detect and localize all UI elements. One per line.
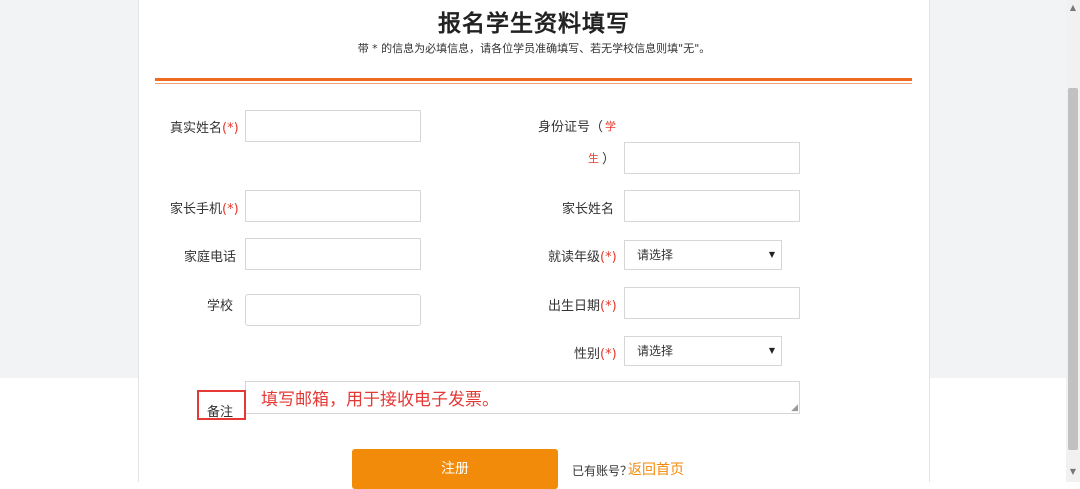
id-number-student-hint: 学 [605, 120, 616, 133]
panel-border-left [138, 0, 139, 482]
id-number-label: 身份证号（ [538, 120, 604, 135]
back-home-link[interactable]: 返回首页 [628, 459, 684, 479]
scroll-up-icon[interactable]: ▲ [1066, 2, 1080, 14]
page-background-left [0, 0, 138, 378]
login-prompt: 已有账号？ [572, 464, 633, 478]
real-name-label: 真实姓名(*) [170, 121, 239, 136]
grade-select[interactable]: 请选择 ▼ [624, 240, 782, 270]
id-number-input[interactable] [624, 142, 800, 174]
orange-divider [155, 78, 912, 81]
chevron-down-icon: ▼ [768, 346, 775, 355]
required-notice: 带 * 的信息为必填信息，请各位学员准确填写、若无学校信息则填"无"。 [357, 42, 711, 55]
grade-label: 就读年级(*) [548, 250, 617, 265]
parent-name-label: 家长姓名 [562, 202, 615, 217]
parent-phone-input[interactable] [245, 190, 421, 222]
real-name-input[interactable] [245, 110, 421, 142]
panel-border-right [929, 0, 930, 482]
parent-name-input[interactable] [624, 190, 800, 222]
id-number-student-hint-cont: 生 [588, 152, 599, 165]
scrollbar[interactable]: ▲ ▼ [1066, 0, 1080, 482]
chevron-down-icon: ▼ [768, 250, 775, 259]
orange-divider-thin [155, 83, 912, 84]
remark-label: 备注 [207, 405, 234, 420]
school-label: 学校 [207, 299, 234, 314]
resize-grip-icon[interactable]: ◢ [791, 404, 798, 413]
page-title: 报名学生资料填写 [438, 11, 630, 37]
home-phone-label: 家庭电话 [184, 250, 237, 265]
gender-select-value: 请选择 [637, 344, 674, 358]
birth-date-label: 出生日期(*) [548, 299, 617, 314]
scroll-thumb[interactable] [1068, 88, 1078, 450]
parent-phone-label: 家长手机(*) [170, 202, 239, 217]
school-input[interactable] [245, 294, 421, 326]
register-button[interactable]: 注册 [352, 449, 558, 489]
home-phone-input[interactable] [245, 238, 421, 270]
id-number-paren: ） [602, 152, 616, 167]
birth-date-input[interactable] [624, 287, 800, 319]
email-annotation: 填写邮箱，用于接收电子发票。 [261, 390, 499, 410]
scroll-down-icon[interactable]: ▼ [1066, 466, 1080, 478]
page-background-right [930, 0, 1066, 378]
grade-select-value: 请选择 [637, 248, 674, 262]
gender-select[interactable]: 请选择 ▼ [624, 336, 782, 366]
gender-label: 性别(*) [574, 347, 617, 362]
